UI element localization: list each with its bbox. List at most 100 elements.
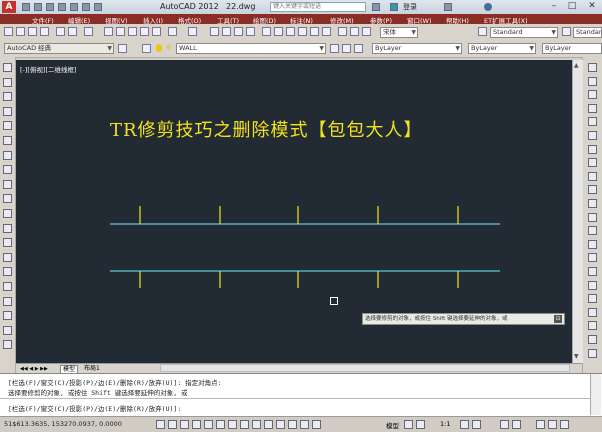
table-icon[interactable] — [3, 311, 12, 321]
layer-select[interactable]: WALL ▼ — [176, 43, 326, 54]
close-button[interactable]: ✕ — [583, 0, 601, 13]
save-icon[interactable] — [46, 3, 54, 11]
text-style-manager-icon[interactable] — [478, 27, 487, 36]
zoom-realtime-icon[interactable] — [222, 27, 231, 36]
text-style-icon[interactable] — [350, 27, 359, 36]
hardware-acceleration-icon[interactable] — [536, 420, 545, 429]
model-space-toggle[interactable]: 模型 — [386, 420, 399, 430]
polyline-icon[interactable] — [3, 92, 12, 102]
autocad-logo-icon[interactable]: A — [2, 1, 16, 13]
ellipse-arc-icon[interactable] — [3, 209, 12, 218]
ellipse-icon[interactable] — [3, 194, 12, 204]
save-as-icon[interactable] — [58, 3, 66, 11]
redo-icon[interactable] — [188, 27, 197, 36]
block-editor-icon[interactable] — [152, 27, 161, 36]
workspace-switching-icon[interactable] — [500, 420, 509, 429]
color-select[interactable]: ByLayer ▼ — [372, 43, 462, 54]
circle-icon[interactable] — [3, 150, 12, 160]
auto-scale-icon[interactable] — [472, 420, 481, 429]
tab-nav-icon[interactable]: ◀◀ ◀ ▶ ▶▶ — [18, 365, 50, 373]
dim-style-icon[interactable] — [362, 27, 371, 36]
binoculars-icon[interactable] — [372, 3, 380, 11]
undo-icon[interactable] — [82, 3, 90, 11]
revision-cloud-icon[interactable] — [3, 165, 12, 175]
3d-dwf-icon[interactable] — [84, 27, 93, 36]
arc-icon[interactable] — [3, 136, 12, 145]
exchange-icon[interactable] — [444, 3, 452, 11]
print-icon[interactable] — [40, 27, 49, 36]
markup-icon[interactable] — [310, 27, 319, 36]
copy-icon[interactable] — [588, 76, 597, 86]
text-style-select[interactable]: Standard ▼ — [490, 27, 558, 38]
point-icon[interactable] — [3, 252, 12, 262]
search-input[interactable]: 键入关键字或短语 — [270, 2, 366, 12]
annotation-scale[interactable]: 1:1 — [440, 420, 450, 428]
grid-display-icon[interactable] — [180, 420, 189, 429]
3d-object-snap-icon[interactable] — [228, 420, 237, 429]
polygon-icon[interactable] — [3, 106, 12, 116]
break-icon[interactable] — [588, 226, 597, 236]
linetype-select[interactable]: ByLayer ▼ — [468, 43, 536, 54]
extend-icon[interactable] — [588, 199, 597, 208]
vertical-scrollbar[interactable]: ▲ ▼ — [572, 60, 583, 363]
allow-ucs-icon[interactable] — [252, 420, 261, 429]
annotation-visibility-icon[interactable] — [460, 420, 469, 429]
mirror-icon[interactable] — [588, 90, 597, 100]
tooltip-options-icon[interactable]: ⊡ — [554, 315, 562, 323]
login-link[interactable]: 登录 — [403, 2, 417, 12]
sheet-set-icon[interactable] — [298, 27, 307, 36]
isolate-objects-icon[interactable] — [548, 420, 557, 429]
polar-tracking-icon[interactable] — [204, 420, 213, 429]
make-current-layer-icon[interactable] — [330, 44, 339, 53]
quick-view-drawings-icon[interactable] — [416, 420, 425, 429]
calculator-icon[interactable] — [322, 27, 331, 36]
fillet-icon[interactable] — [588, 267, 597, 276]
minimize-button[interactable]: – — [545, 0, 563, 13]
quick-properties-icon[interactable] — [300, 420, 309, 429]
infer-constraints-icon[interactable] — [156, 420, 165, 429]
scroll-down-icon[interactable]: ▼ — [574, 353, 579, 360]
new-file-icon[interactable] — [22, 3, 30, 11]
dynamic-input-icon[interactable] — [264, 420, 273, 429]
region-icon[interactable] — [3, 296, 12, 306]
horizontal-scrollbar[interactable] — [160, 364, 570, 372]
measure-icon[interactable] — [588, 348, 597, 358]
array-icon[interactable] — [588, 117, 597, 127]
transparency-icon[interactable] — [288, 420, 297, 429]
object-snap-icon[interactable] — [216, 420, 225, 429]
insert-block-icon[interactable] — [3, 223, 12, 233]
workspace-settings-icon[interactable] — [118, 44, 127, 53]
layer-on-icon[interactable] — [156, 44, 162, 52]
pan-icon[interactable] — [210, 27, 219, 36]
layer-freeze-icon[interactable]: ☼ — [165, 44, 172, 52]
open-icon[interactable] — [16, 27, 25, 36]
lineweight-select[interactable]: ByLayer — [542, 43, 602, 54]
layer-manager-icon[interactable] — [142, 44, 151, 53]
coordinate-readout[interactable]: 51$613.3635, 153270.0937, 0.0000 — [4, 420, 122, 428]
layer-previous-icon[interactable] — [342, 44, 351, 53]
erase-icon[interactable] — [588, 63, 597, 72]
rectangle-icon[interactable] — [3, 121, 12, 131]
lineweight-icon[interactable] — [276, 420, 285, 429]
construction-line-icon[interactable] — [3, 77, 12, 87]
tab-layout1[interactable]: 布局1 — [82, 365, 102, 373]
save-icon[interactable] — [28, 27, 37, 36]
help-icon[interactable] — [338, 27, 347, 36]
object-snap-tracking-icon[interactable] — [240, 420, 249, 429]
chamfer-icon[interactable] — [588, 253, 597, 263]
gradient-icon[interactable] — [3, 282, 12, 291]
workspace-select[interactable]: AutoCAD 经典 ▼ — [4, 43, 114, 54]
quick-view-layouts-icon[interactable] — [404, 420, 413, 429]
publish-icon[interactable] — [68, 27, 77, 36]
join-icon[interactable] — [588, 239, 597, 249]
redo-icon[interactable] — [94, 3, 102, 11]
clean-screen-icon[interactable] — [560, 420, 569, 429]
user-icon[interactable] — [390, 3, 398, 11]
snap-mode-icon[interactable] — [168, 420, 177, 429]
move-icon[interactable] — [588, 131, 597, 140]
add-selected-icon[interactable] — [3, 340, 12, 350]
maximize-button[interactable]: □ — [563, 0, 581, 13]
scroll-up-icon[interactable]: ▲ — [574, 62, 579, 69]
font-select[interactable]: 宋体 ▼ — [380, 27, 418, 38]
layer-state-icon[interactable] — [354, 44, 363, 53]
